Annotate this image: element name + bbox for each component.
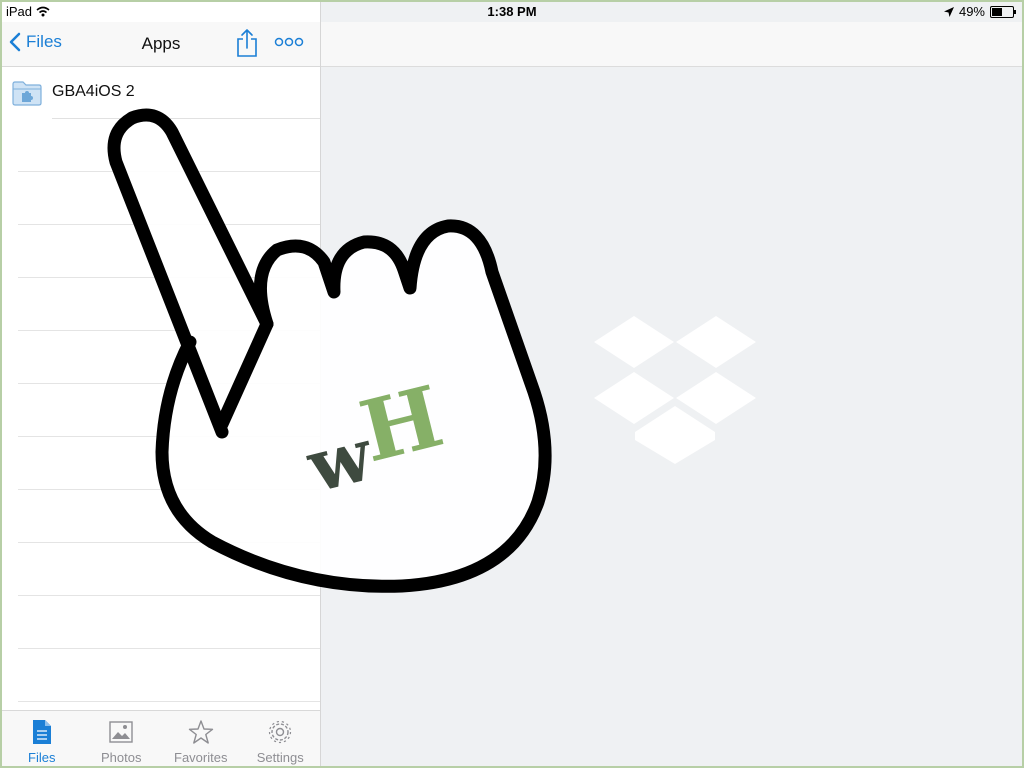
battery-percent: 49% [958,4,985,19]
empty-row [18,596,320,649]
battery-icon [990,5,1016,18]
app-folder-icon [12,81,42,106]
hand-pointer-icon [107,108,552,593]
tab-photos[interactable]: Photos [82,711,162,766]
location-arrow-icon [943,6,954,17]
wikihow-watermark: w H [298,366,452,492]
tab-label: Photos [101,750,142,765]
more-icon[interactable] [274,36,304,48]
status-right: 49% [943,4,1016,19]
file-icon [32,720,51,744]
ipad-screen: Files Apps GBA4iOS 2 Files Photos Favori… [2,2,1022,766]
tab-settings[interactable]: Settings [241,711,321,766]
dropbox-logo-icon [594,316,756,464]
share-icon[interactable] [234,28,260,58]
gear-icon [269,720,292,744]
sidebar-navbar: Files Apps [2,22,320,67]
status-time: 1:38 PM [487,4,537,19]
page-title: Apps [141,34,181,53]
tab-label: Files [28,750,56,765]
status-bar: iPad 1:38 PM 49% [2,2,1022,22]
detail-navbar [321,22,1022,67]
tab-files[interactable]: Files [2,711,82,766]
tab-bar: Files Photos Favorites Settings [2,710,320,766]
empty-row [18,649,320,702]
file-name: GBA4iOS 2 [52,83,135,100]
star-icon [188,720,213,744]
tab-label: Settings [256,750,304,765]
tab-label: Favorites [174,750,228,765]
tab-favorites[interactable]: Favorites [161,711,241,766]
photo-icon [109,721,133,743]
